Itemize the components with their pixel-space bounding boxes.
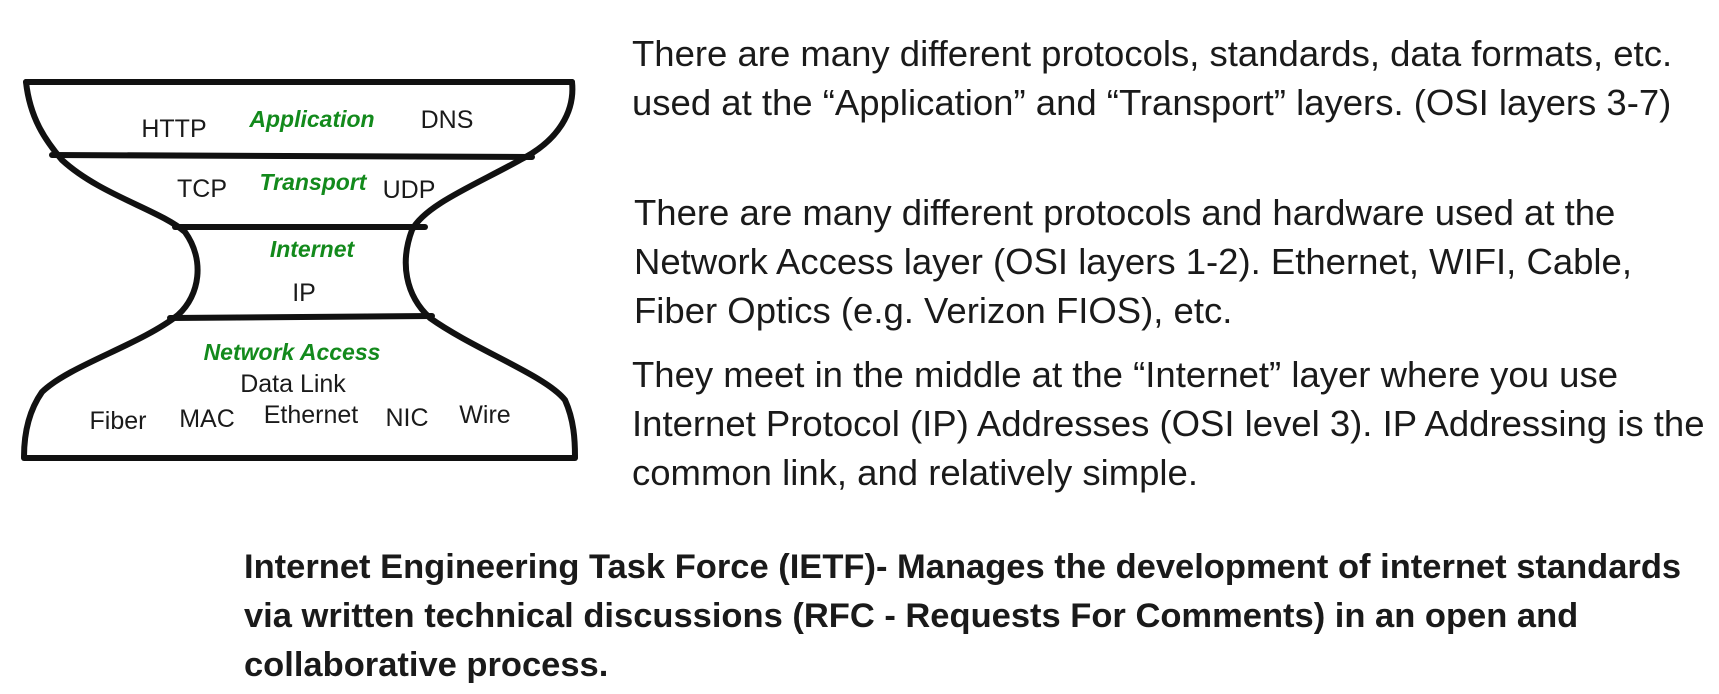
layer-label-internet: Internet xyxy=(270,236,356,262)
layer-label-transport: Transport xyxy=(260,169,368,195)
paragraph-application-transport: There are many different protocols, stan… xyxy=(632,33,1673,123)
protocol-hourglass-diagram: HTTP Application DNS TCP Transport UDP I… xyxy=(21,79,578,461)
protocol-label: DNS xyxy=(421,106,474,134)
layer-label-network-access: Network Access xyxy=(204,339,381,365)
sublabel-data-link: Data Link xyxy=(240,370,346,398)
protocol-label: TCP xyxy=(177,175,227,203)
protocol-label: UDP xyxy=(383,176,436,204)
ietf-note: Internet Engineering Task Force (IETF)- … xyxy=(244,548,1682,684)
protocol-label: Wire xyxy=(459,401,510,429)
application-transport-divider xyxy=(49,152,535,160)
protocol-label: Fiber xyxy=(90,407,147,435)
layer-label-application: Application xyxy=(248,106,374,132)
internet-network-divider xyxy=(167,313,435,321)
paragraph-internet-layer: They meet in the middle at the “Internet… xyxy=(632,354,1705,493)
paragraph-network-access: There are many different protocols and h… xyxy=(634,192,1632,331)
protocol-label: MAC xyxy=(179,405,235,433)
protocol-label: HTTP xyxy=(141,115,206,143)
protocol-label: Ethernet xyxy=(264,401,359,429)
protocol-label: IP xyxy=(292,279,316,307)
protocol-label: NIC xyxy=(385,404,428,432)
